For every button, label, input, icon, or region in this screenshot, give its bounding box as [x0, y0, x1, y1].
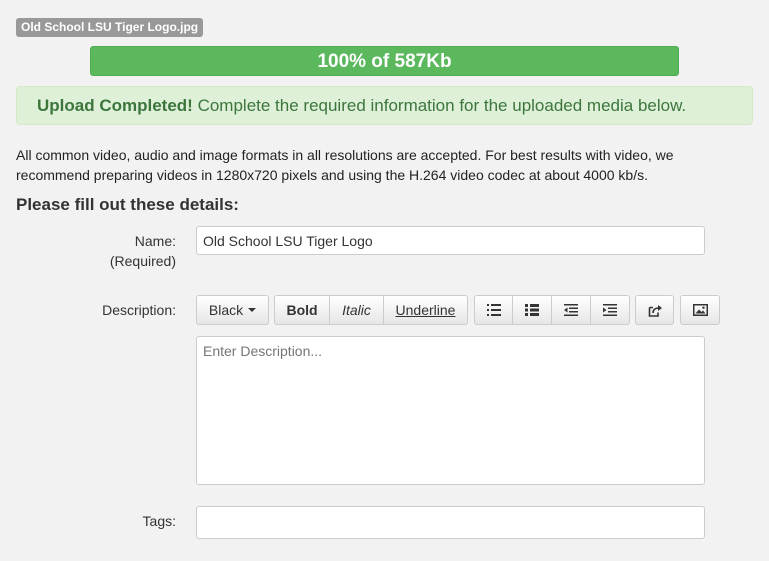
name-required-text: (Required) [109, 253, 176, 269]
underline-button[interactable]: Underline [384, 295, 468, 325]
description-textarea[interactable] [196, 336, 705, 485]
ordered-list-icon [525, 304, 539, 316]
link-group [635, 295, 674, 325]
details-heading: Please fill out these details: [16, 195, 239, 214]
tags-label: Tags: [142, 513, 176, 529]
file-name-badge: Old School LSU Tiger Logo.jpg [16, 18, 204, 37]
ordered-list-button[interactable] [513, 295, 552, 325]
insert-image-button[interactable] [680, 295, 720, 325]
name-label-text: Name: [134, 233, 176, 249]
italic-button[interactable]: Italic [330, 295, 384, 325]
alert-message: Complete the required information for th… [192, 96, 687, 115]
tags-input[interactable] [196, 506, 705, 539]
unordered-list-button[interactable] [474, 295, 513, 325]
unordered-list-icon [486, 304, 501, 316]
indent-button[interactable] [591, 295, 630, 325]
color-group: Black [196, 295, 269, 325]
format-info-text: All common video, audio and image format… [16, 147, 674, 183]
name-input[interactable] [196, 226, 705, 255]
description-label: Description: [102, 302, 176, 318]
link-icon [648, 304, 662, 317]
indent-icon [603, 304, 617, 316]
font-color-label: Black [208, 302, 244, 318]
name-label: Name: (Required) [110, 231, 176, 271]
outdent-button[interactable] [552, 295, 591, 325]
image-group [680, 295, 720, 325]
progress-text: 100% of 587Kb [317, 51, 452, 72]
bold-button[interactable]: Bold [274, 295, 330, 325]
upload-progress-bar: 100% of 587Kb [90, 46, 679, 76]
text-style-group: Bold Italic Underline [274, 295, 468, 325]
outdent-icon [564, 304, 578, 316]
image-icon [692, 304, 708, 316]
link-button[interactable] [635, 295, 674, 325]
alert-strong-text: Upload Completed! [37, 96, 193, 115]
font-color-dropdown[interactable]: Black [196, 295, 269, 325]
caret-down-icon [248, 308, 257, 312]
list-group [474, 295, 630, 325]
upload-success-alert: Upload Completed! Complete the required … [16, 86, 753, 125]
